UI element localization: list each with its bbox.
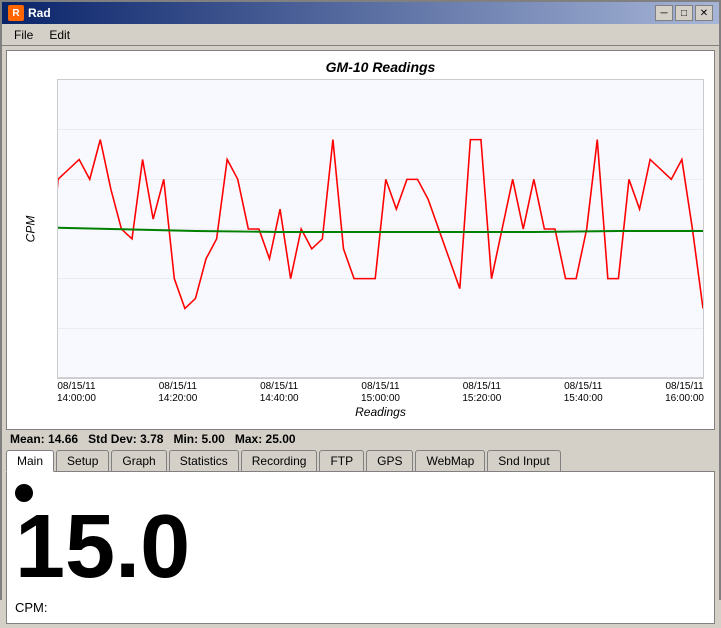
x-label-5: 08/15/1115:40:00 — [564, 381, 603, 405]
x-label-1: 08/15/1114:20:00 — [158, 381, 197, 405]
x-label-0: 08/15/1114:00:00 — [57, 381, 96, 405]
stddev-label: Std Dev: — [88, 432, 137, 446]
x-label-2: 08/15/1114:40:00 — [260, 381, 299, 405]
tab-bar: Main Setup Graph Statistics Recording FT… — [6, 450, 715, 472]
y-axis-label: CPM — [23, 216, 37, 243]
x-label-3: 08/15/1115:00:00 — [361, 381, 400, 405]
x-label-6: 08/15/1116:00:00 — [665, 381, 704, 405]
tab-statistics[interactable]: Statistics — [169, 450, 239, 471]
title-bar: R Rad ─ □ ✕ — [2, 2, 719, 24]
reading-display: 15.0 — [15, 480, 706, 592]
tab-recording[interactable]: Recording — [241, 450, 318, 471]
mean-label: Mean: — [10, 432, 45, 446]
tab-graph[interactable]: Graph — [111, 450, 166, 471]
min-value: 5.00 — [201, 432, 224, 446]
content-area: GM-10 Readings CPM — [2, 46, 719, 628]
menu-bar: File Edit — [2, 24, 719, 46]
cpm-label: CPM: — [15, 600, 48, 615]
min-label: Min: — [173, 432, 198, 446]
title-bar-controls: ─ □ ✕ — [655, 5, 713, 21]
chart-container: GM-10 Readings CPM — [6, 50, 715, 430]
tab-content-main: 15.0 CPM: — [6, 472, 715, 624]
app-icon: R — [8, 5, 24, 21]
window-title: Rad — [28, 6, 51, 20]
tab-main[interactable]: Main — [6, 450, 54, 472]
menu-edit[interactable]: Edit — [41, 26, 78, 44]
tab-ftp[interactable]: FTP — [319, 450, 364, 471]
x-axis-title: Readings — [57, 405, 704, 419]
stddev-value: 3.78 — [140, 432, 163, 446]
menu-file[interactable]: File — [6, 26, 41, 44]
chart-title: GM-10 Readings — [57, 59, 704, 75]
close-button[interactable]: ✕ — [695, 5, 713, 21]
tab-gps[interactable]: GPS — [366, 450, 413, 471]
chart-svg: 0 5 10 15 20 25 30 — [58, 80, 703, 378]
stats-line: Mean: 14.66 Std Dev: 3.78 Min: 5.00 Max:… — [6, 430, 715, 448]
big-reading: 15.0 — [15, 502, 190, 592]
maximize-button[interactable]: □ — [675, 5, 693, 21]
tab-setup[interactable]: Setup — [56, 450, 109, 471]
max-value: 25.00 — [266, 432, 296, 446]
main-window: R Rad ─ □ ✕ File Edit GM-10 Readings CPM — [0, 0, 721, 600]
mean-value: 14.66 — [48, 432, 78, 446]
tab-sndinput[interactable]: Snd Input — [487, 450, 560, 471]
chart-area: 0 5 10 15 20 25 30 — [57, 79, 704, 379]
x-axis-labels: 08/15/1114:00:00 08/15/1114:20:00 08/15/… — [57, 381, 704, 405]
minimize-button[interactable]: ─ — [655, 5, 673, 21]
x-label-4: 08/15/1115:20:00 — [462, 381, 501, 405]
tab-webmap[interactable]: WebMap — [415, 450, 485, 471]
title-bar-left: R Rad — [8, 5, 51, 21]
max-label: Max: — [235, 432, 262, 446]
